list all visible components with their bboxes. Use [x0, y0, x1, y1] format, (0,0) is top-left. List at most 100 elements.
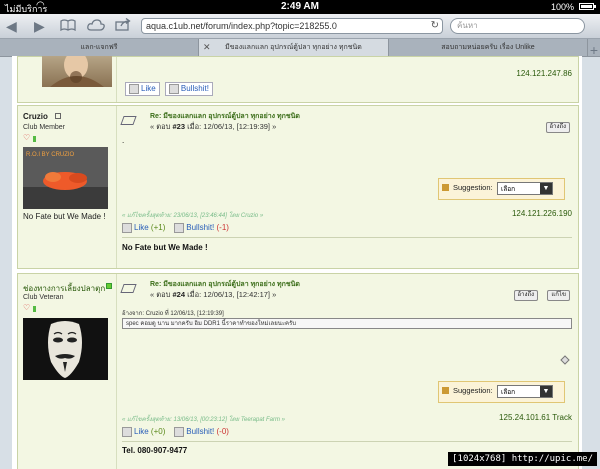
back-button[interactable]: ◀	[6, 17, 17, 35]
bullshit-button[interactable]: Bullshit!	[164, 82, 213, 96]
suggestion-value: เลือก	[501, 186, 516, 193]
post-body: .	[122, 136, 125, 145]
icloud-tabs-icon[interactable]	[87, 17, 105, 35]
edited-note: « แก้ไขครั้งสุดท้าย: 23/06/13, [23:46:44…	[122, 213, 264, 219]
thumbs-up-icon	[129, 84, 139, 94]
karma-icon	[33, 306, 36, 312]
chevron-down-icon: ▼	[540, 183, 552, 194]
like-button[interactable]: Like (+1)	[122, 223, 166, 233]
chevron-down-icon: ▼	[540, 386, 552, 397]
post-ip[interactable]: 125.24.101.61 Track	[499, 413, 572, 422]
avatar-caption: R.O.I BY CRUZIO	[26, 152, 75, 158]
post-signature: No Fate but We Made !	[122, 243, 208, 252]
reply-date: เมื่อ: 12/06/13, [12:19:39] »	[187, 122, 277, 131]
new-tab-button[interactable]: +	[590, 42, 598, 58]
post-previous: 124.121.247.86 Like Bullshit!	[17, 56, 579, 103]
suggestion-icon	[442, 387, 449, 394]
suggestion-box: Suggestion: เลือก ▼	[438, 178, 565, 200]
like-count: (+1)	[150, 223, 166, 233]
post-author-column: Cruzio Club Member ♡ R.O.I BY CRUZIO No …	[18, 106, 117, 268]
author-signature-short: No Fate but We Made !	[23, 212, 106, 221]
post-ip: 124.121.226.190	[511, 209, 572, 218]
author-rank: Club Member	[23, 124, 66, 131]
suggestion-select[interactable]: เลือก ▼	[497, 385, 553, 398]
report-icon[interactable]	[560, 352, 570, 370]
ipad-screen: ไม่มีบริการ ◠ 2:49 AM 100% ◀ ▶ aqua.c1ub…	[0, 0, 600, 469]
author-rank: Club Veteran	[23, 294, 64, 301]
reply-prefix: « ตอบ	[150, 122, 171, 131]
quote-button[interactable]: อ้างถึง	[513, 290, 538, 301]
bullshit-button[interactable]: Bullshit! (-0)	[174, 427, 229, 437]
thumbs-down-icon	[174, 223, 185, 233]
like-button[interactable]: Like	[125, 82, 160, 96]
reload-icon[interactable]: ↻	[431, 19, 439, 33]
tab-3[interactable]: สอบถามหน่อยครับ เรื่อง Unlike	[389, 39, 588, 56]
battery-icon	[579, 3, 596, 10]
post-signature: Tel. 080-907-9477	[122, 446, 188, 455]
karma-icon	[33, 136, 36, 142]
upic-watermark: [1024x768] http://upic.me/	[448, 452, 597, 466]
reply-number[interactable]: #23	[172, 122, 185, 131]
bullshit-label: Bullshit!	[180, 84, 209, 94]
avatar	[23, 318, 108, 380]
suggestion-select[interactable]: เลือก ▼	[497, 182, 553, 195]
tab-label: แลก-แจกฟรี	[80, 44, 118, 51]
like-label: Like	[134, 427, 149, 437]
post-author-column: ช่องทางการเลี้ยงปลาตุก Club Veteran ♡	[18, 274, 117, 469]
url-text: aqua.c1ub.net/forum/index.php?topic=2182…	[146, 21, 337, 31]
like-count: (+0)	[150, 427, 166, 437]
post-23: Cruzio Club Member ♡ R.O.I BY CRUZIO No …	[17, 105, 579, 269]
quote-block: spec คอมดู นาน มากครับ อิม DDR1 นี้ราคาท…	[122, 318, 572, 329]
post-icon	[120, 284, 137, 293]
bookmarks-icon[interactable]	[60, 17, 76, 35]
like-label: Like	[134, 223, 149, 233]
post-24: ช่องทางการเลี้ยงปลาตุก Club Veteran ♡ Re…	[17, 273, 579, 469]
suggestion-label: Suggestion:	[453, 183, 493, 192]
clock: 2:49 AM	[281, 1, 319, 12]
reply-prefix: « ตอบ	[150, 290, 171, 299]
post-meta: « ตอบ #24 เมื่อ: 12/06/13, [12:42:17] »	[150, 289, 276, 301]
post-icon	[120, 116, 137, 125]
tab-2-active[interactable]: ✕ มีของแลกแลก อุปกรณ์ตู้ปลา ทุกอย่าง ทุก…	[199, 39, 389, 56]
thumbs-up-icon	[122, 223, 132, 233]
bullshit-button[interactable]: Bullshit! (-1)	[174, 223, 229, 233]
bullshit-count: (-0)	[216, 427, 229, 437]
like-button[interactable]: Like (+0)	[122, 427, 166, 437]
suggestion-value: เลือก	[501, 389, 516, 396]
thumbs-down-icon	[168, 84, 179, 94]
reply-number[interactable]: #24	[172, 290, 185, 299]
reply-date: เมื่อ: 12/06/13, [12:42:17] »	[187, 290, 277, 299]
status-bar: ไม่มีบริการ ◠ 2:49 AM 100%	[0, 0, 600, 14]
heart-icon: ♡	[23, 303, 31, 312]
forward-button[interactable]: ▶	[34, 17, 45, 35]
search-placeholder: ค้นหา	[457, 21, 478, 30]
suggestion-label: Suggestion:	[453, 386, 493, 395]
like-bar: Like Bullshit!	[18, 82, 213, 96]
tab-1[interactable]: แลก-แจกฟรี	[0, 39, 199, 56]
thumbs-up-icon	[122, 427, 132, 437]
tab-label: สอบถามหน่อยครับ เรื่อง Unlike	[441, 44, 535, 51]
share-icon[interactable]	[115, 17, 131, 35]
online-status-icon	[106, 283, 112, 289]
post-meta: « ตอบ #23 เมื่อ: 12/06/13, [12:19:39] »	[150, 121, 276, 133]
tab-strip: แลก-แจกฟรี ✕ มีของแลกแลก อุปกรณ์ตู้ปลา ท…	[0, 39, 600, 58]
thumbs-down-icon	[174, 427, 185, 437]
quote-text: spec คอมดู นาน มากครับ อิม DDR1 นี้ราคาท…	[126, 321, 297, 327]
author-name[interactable]: Cruzio	[23, 112, 48, 121]
signature-divider	[122, 441, 572, 442]
like-bar: Like (+0) Bullshit! (-0)	[122, 427, 229, 437]
edited-note: « แก้ไขครั้งสุดท้าย: 13/06/13, [00:23:12…	[122, 417, 286, 423]
search-input[interactable]: ค้นหา	[450, 18, 585, 34]
quote-header[interactable]: อ้างจาก: Cruzio ที่ 12/06/13, [12:19:39]	[122, 308, 224, 318]
modify-button[interactable]: แก้ไข	[547, 290, 570, 301]
tab-label: มีของแลกแลก อุปกรณ์ตู้ปลา ทุกอย่าง ทุกชน…	[225, 44, 362, 51]
avatar: R.O.I BY CRUZIO	[23, 147, 108, 209]
forum-page: 124.121.247.86 Like Bullshit! Cruzio Clu…	[12, 56, 582, 469]
address-bar[interactable]: aqua.c1ub.net/forum/index.php?topic=2182…	[141, 18, 443, 34]
offline-status-icon	[55, 113, 61, 119]
quote-button[interactable]: อ้างถึง	[545, 122, 570, 133]
browser-toolbar: ◀ ▶ aqua.c1ub.net/forum/index.php?topic=…	[0, 14, 600, 39]
suggestion-icon	[442, 184, 449, 191]
bullshit-count: (-1)	[216, 223, 229, 233]
close-tab-icon[interactable]: ✕	[203, 39, 211, 56]
